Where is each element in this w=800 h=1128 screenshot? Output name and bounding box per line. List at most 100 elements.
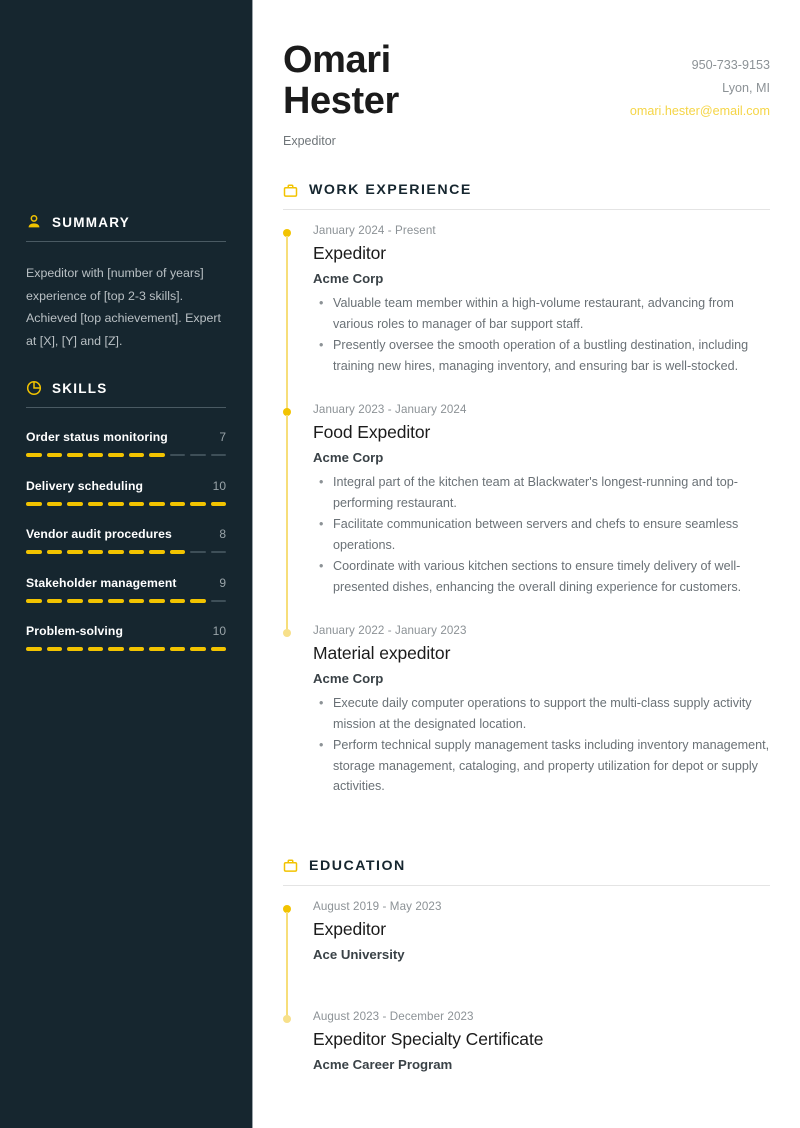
skill-value: 10 bbox=[212, 624, 226, 638]
skill-meter-segment bbox=[169, 501, 185, 506]
education-header: EDUCATION bbox=[283, 858, 770, 874]
skill-meter-segment bbox=[190, 551, 206, 553]
skill-meter-segment bbox=[128, 501, 144, 506]
entry-date: January 2023 - January 2024 bbox=[313, 403, 467, 416]
timeline-line bbox=[286, 236, 288, 411]
skill-item: Delivery scheduling 10 bbox=[26, 479, 226, 506]
skill-meter-segment bbox=[67, 647, 83, 651]
resume-page: SUMMARY Expeditor with [number of years]… bbox=[0, 0, 800, 1128]
skill-meter-segment bbox=[210, 647, 226, 651]
skill-name: Order status monitoring bbox=[26, 430, 168, 444]
phone-number[interactable]: 950-733-9153 bbox=[630, 54, 770, 77]
skill-meter-segment bbox=[210, 599, 226, 602]
briefcase-icon bbox=[283, 858, 298, 873]
skills-divider bbox=[26, 407, 226, 408]
skill-item: Vendor audit procedures 8 bbox=[26, 527, 226, 554]
skill-meter-segment bbox=[108, 647, 124, 651]
skill-meter bbox=[26, 598, 226, 603]
entry-bullet: Valuable team member within a high-volum… bbox=[319, 293, 770, 334]
skill-meter-segment bbox=[210, 501, 226, 506]
skill-meter-segment bbox=[149, 550, 165, 554]
skill-row: Delivery scheduling 10 bbox=[26, 479, 226, 493]
entry-date: January 2024 - Present bbox=[313, 224, 436, 237]
skill-meter-segment bbox=[67, 598, 83, 603]
skill-meter-segment bbox=[87, 647, 103, 651]
email-link[interactable]: omari.hester@email.com bbox=[630, 100, 770, 123]
sidebar: SUMMARY Expeditor with [number of years]… bbox=[0, 0, 253, 1128]
entry-bullet: Facilitate communication between servers… bbox=[319, 514, 770, 555]
summary-text: Expeditor with [number of years] experie… bbox=[26, 266, 221, 348]
entry-date: August 2019 - May 2023 bbox=[313, 899, 442, 913]
skill-name: Vendor audit procedures bbox=[26, 527, 172, 541]
skill-meter-segment bbox=[149, 598, 165, 603]
skill-meter-segment bbox=[67, 453, 83, 457]
entry-title: Food Expeditor bbox=[313, 422, 431, 442]
skill-name: Delivery scheduling bbox=[26, 478, 144, 493]
skill-meter-segment bbox=[108, 550, 124, 554]
summary-header: SUMMARY bbox=[26, 212, 226, 230]
skill-value: 10 bbox=[212, 478, 226, 493]
skill-meter-segment bbox=[26, 647, 42, 651]
skill-row: Order status monitoring 7 bbox=[26, 430, 226, 444]
entry-organization: Acme Corp bbox=[313, 271, 384, 286]
work-entry: January 2023 - January 2024 Food Expedito… bbox=[283, 403, 770, 632]
person-icon bbox=[26, 214, 42, 230]
entry-spacer bbox=[313, 377, 770, 397]
skill-meter-segment bbox=[87, 550, 103, 554]
skill-meter-segment bbox=[149, 501, 165, 506]
skill-item: Problem-solving 10 bbox=[26, 624, 226, 651]
skill-meter-segment bbox=[169, 647, 185, 651]
entry-bullet-list: Valuable team member within a high-volum… bbox=[313, 293, 770, 376]
entry-bullet: Execute daily computer operations to sup… bbox=[319, 693, 770, 734]
skill-meter-segment bbox=[87, 598, 103, 603]
entry-bullet: Perform technical supply management task… bbox=[319, 735, 770, 797]
skill-meter-segment bbox=[108, 501, 124, 506]
entry-organization: Acme Corp bbox=[313, 671, 384, 686]
entry-title: Material expeditor bbox=[313, 643, 451, 663]
entry-spacer bbox=[313, 962, 770, 982]
skill-row: Vendor audit procedures 8 bbox=[26, 527, 226, 541]
contact-block: 950-733-9153 Lyon, MI omari.hester@email… bbox=[630, 40, 770, 123]
skill-meter-segment bbox=[169, 598, 185, 603]
skill-value: 9 bbox=[219, 575, 226, 590]
pie-chart-icon bbox=[26, 380, 42, 396]
main-content: Omari Hester Expeditor 950-733-9153 Lyon… bbox=[253, 0, 800, 1128]
skill-meter-segment bbox=[67, 501, 83, 506]
skill-meter-segment bbox=[46, 647, 62, 651]
skill-meter-segment bbox=[169, 454, 185, 456]
work-experience-title: WORK EXPERIENCE bbox=[309, 182, 472, 198]
skill-item: Order status monitoring 7 bbox=[26, 430, 226, 457]
entry-date: January 2022 - January 2023 bbox=[313, 624, 467, 637]
skills-header: SKILLS bbox=[26, 378, 226, 396]
last-name: Hester bbox=[283, 80, 399, 122]
first-name: Omari bbox=[283, 39, 391, 81]
education-title: EDUCATION bbox=[309, 857, 406, 874]
entry-bullet: Integral part of the kitchen team at Bla… bbox=[319, 472, 770, 513]
skill-meter-segment bbox=[190, 647, 206, 651]
skill-name: Problem-solving bbox=[26, 624, 123, 638]
skill-item: Stakeholder management 9 bbox=[26, 576, 226, 603]
skill-meter-segment bbox=[128, 598, 144, 603]
entry-title: Expeditor bbox=[313, 243, 387, 263]
entry-organization: Acme Corp bbox=[313, 450, 384, 465]
resume-header: Omari Hester Expeditor 950-733-9153 Lyon… bbox=[283, 30, 770, 149]
skill-value: 8 bbox=[219, 527, 226, 541]
skill-meter-segment bbox=[87, 453, 103, 457]
section-work-experience: WORK EXPERIENCE January 2024 - Present Ex… bbox=[283, 182, 770, 824]
entry-bullet: Coordinate with various kitchen sections… bbox=[319, 556, 770, 597]
skill-meter-segment bbox=[108, 453, 124, 457]
entry-spacer bbox=[313, 798, 770, 818]
timeline-line bbox=[286, 911, 288, 1018]
skill-meter-segment bbox=[46, 550, 62, 554]
skills-title: SKILLS bbox=[52, 380, 108, 396]
skill-meter-segment bbox=[26, 501, 42, 506]
timeline-dot bbox=[283, 1014, 291, 1023]
entry-organization: Acme Career Program bbox=[313, 1056, 453, 1072]
work-entry: January 2024 - Present Expeditor Acme Corp… bbox=[283, 224, 770, 411]
entry-organization: Ace University bbox=[313, 946, 405, 962]
skill-meter-segment bbox=[190, 501, 206, 506]
skill-meter-segment bbox=[210, 551, 226, 553]
skill-meter-segment bbox=[128, 453, 144, 457]
skill-meter-segment bbox=[46, 501, 62, 506]
timeline-dot bbox=[283, 629, 291, 637]
